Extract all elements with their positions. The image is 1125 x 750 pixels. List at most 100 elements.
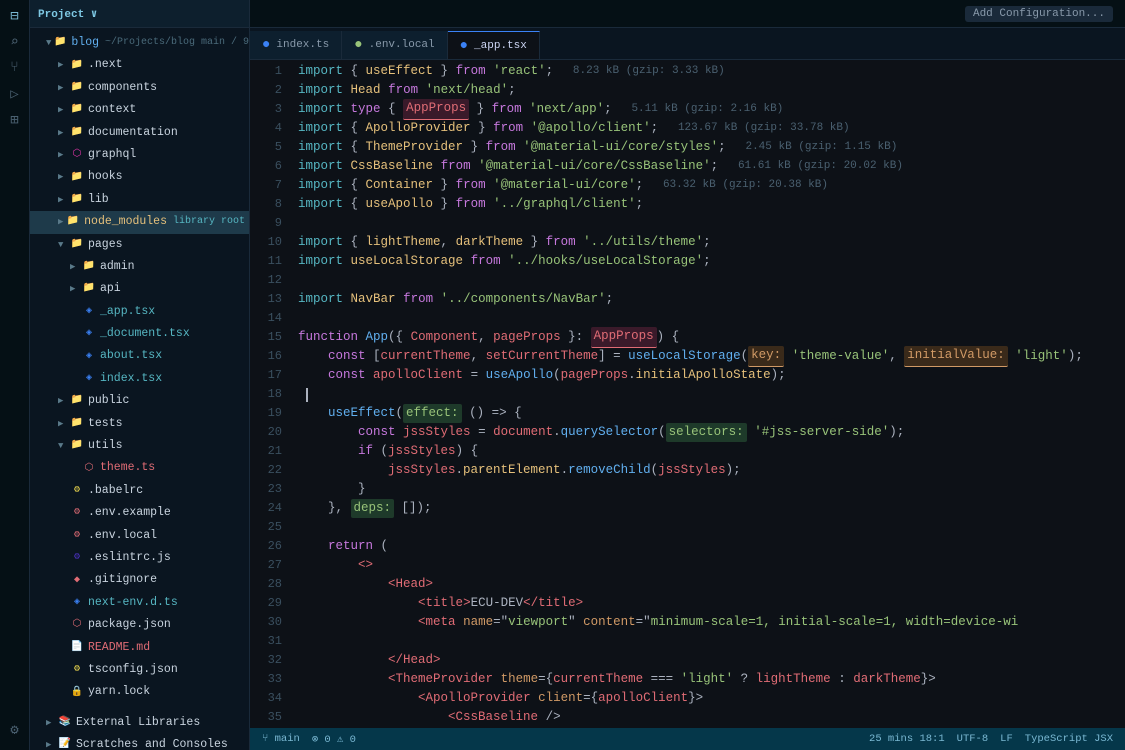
line-num-7: 7 xyxy=(250,176,282,195)
folder-node-modules[interactable]: ▶ 📁 node_modules library root xyxy=(30,211,249,233)
folder-public[interactable]: ▶ 📁 public xyxy=(30,390,249,412)
code-content[interactable]: import { useEffect } from 'react'; 8.23 … xyxy=(290,60,1125,728)
file-app-tsx[interactable]: ▶ ◈ _app.tsx xyxy=(30,301,249,323)
position-status: 25 mins 18:1 xyxy=(869,733,945,745)
folder-graphql[interactable]: ▶ ⬡ graphql xyxy=(30,144,249,166)
file-env-example-icon: ⚙ xyxy=(70,506,84,520)
code-line-13: import NavBar from '../components/NavBar… xyxy=(298,290,1125,309)
folder-blog[interactable]: ▼ 📁 blog ~/Projects/blog main / 9△ xyxy=(30,32,249,54)
chevron-right-icon: ▶ xyxy=(70,282,80,296)
file-tree-container[interactable]: ▼ 📁 blog ~/Projects/blog main / 9△ ▶ 📁 .… xyxy=(30,28,249,750)
folder-context[interactable]: ▶ 📁 context xyxy=(30,99,249,121)
line-num-10: 10 xyxy=(250,233,282,252)
tab-env-local[interactable]: ● .env.local xyxy=(342,31,447,59)
folder-api[interactable]: ▶ 📁 api xyxy=(30,278,249,300)
folder-components[interactable]: ▶ 📁 components xyxy=(30,77,249,99)
code-line-15: function App({ Component, pageProps }: A… xyxy=(298,328,1125,347)
folder-documentation[interactable]: ▶ 📁 documentation xyxy=(30,122,249,144)
line-num-28: 28 xyxy=(250,575,282,594)
tab-index-ts[interactable]: ● index.ts xyxy=(250,31,342,59)
file-document-tsx[interactable]: ▶ ◈ _document.tsx xyxy=(30,323,249,345)
extensions-icon[interactable]: ⊞ xyxy=(3,108,27,132)
folder-utils-icon: 📁 xyxy=(70,439,84,453)
chevron-right-icon: ▶ xyxy=(58,58,68,72)
folder-hooks[interactable]: ▶ 📁 hooks xyxy=(30,166,249,188)
file-gitignore-icon: ◆ xyxy=(70,574,84,588)
code-line-1: import { useEffect } from 'react'; 8.23 … xyxy=(298,62,1125,81)
folder-pages[interactable]: ▼ 📁 pages xyxy=(30,234,249,256)
folder-components-icon: 📁 xyxy=(70,81,84,95)
branch-info: ~/Projects/blog main / 9△ xyxy=(105,35,249,51)
error-count: ⊗ 0 ⚠ 0 xyxy=(312,733,356,746)
tab-app-tsx[interactable]: ● _app.tsx xyxy=(448,31,540,59)
code-line-4: import { ApolloProvider } from '@apollo/… xyxy=(298,119,1125,138)
file-readme[interactable]: ▶ 📄 README.md xyxy=(30,637,249,659)
settings-icon[interactable]: ⚙ xyxy=(3,718,27,742)
folder-graphql-icon: ⬡ xyxy=(70,148,84,162)
folder-api-label: api xyxy=(100,280,121,298)
file-index-tsx[interactable]: ▶ ◈ index.tsx xyxy=(30,368,249,390)
code-line-33: <ThemeProvider theme={currentTheme === '… xyxy=(298,670,1125,689)
language-status: TypeScript JSX xyxy=(1025,733,1113,745)
file-gitignore[interactable]: ▶ ◆ .gitignore xyxy=(30,569,249,591)
code-line-6: import CssBaseline from '@material-ui/co… xyxy=(298,157,1125,176)
line-num-22: 22 xyxy=(250,461,282,480)
chevron-right-icon: ▶ xyxy=(58,126,68,140)
file-yarn-lock[interactable]: ▶ 🔒 yarn.lock xyxy=(30,681,249,703)
file-next-env[interactable]: ▶ ◈ next-env.d.ts xyxy=(30,592,249,614)
file-index-tsx-icon: ◈ xyxy=(82,372,96,386)
folder-lib[interactable]: ▶ 📁 lib xyxy=(30,189,249,211)
file-package-json-label: package.json xyxy=(88,616,171,634)
folder-public-icon: 📁 xyxy=(70,394,84,408)
folder-admin[interactable]: ▶ 📁 admin xyxy=(30,256,249,278)
folder-tests[interactable]: ▶ 📁 tests xyxy=(30,413,249,435)
chevron-right-icon: ▶ xyxy=(58,148,68,162)
line-num-27: 27 xyxy=(250,556,282,575)
debug-icon[interactable]: ▷ xyxy=(3,82,27,106)
chevron-right-icon: ▶ xyxy=(58,81,68,95)
code-line-27: <> xyxy=(298,556,1125,575)
code-line-8: import { useApollo } from '../graphql/cl… xyxy=(298,195,1125,214)
file-env-example[interactable]: ▶ ⚙ .env.example xyxy=(30,502,249,524)
file-app-tsx-label: _app.tsx xyxy=(100,303,155,321)
line-num-25: 25 xyxy=(250,518,282,537)
file-about-tsx[interactable]: ▶ ◈ about.tsx xyxy=(30,345,249,367)
folder-scratches[interactable]: ▶ 📝 Scratches and Consoles xyxy=(30,734,249,750)
folder-graphql-label: graphql xyxy=(88,146,136,164)
file-babelrc[interactable]: ▶ ⚙ .babelrc xyxy=(30,480,249,502)
file-tsconfig[interactable]: ▶ ⚙ tsconfig.json xyxy=(30,659,249,681)
explorer-icon[interactable]: ⊟ xyxy=(3,4,27,28)
folder-node-modules-label: node_modules xyxy=(84,213,167,231)
add-configuration-button[interactable]: Add Configuration... xyxy=(965,6,1113,22)
folder-tests-icon: 📁 xyxy=(70,417,84,431)
code-line-26: return ( xyxy=(298,537,1125,556)
line-numbers: 1 2 3 4 5 6 7 8 9 10 11 12 13 14 15 16 1 xyxy=(250,60,290,728)
file-theme-ts[interactable]: ▶ ⬡ theme.ts xyxy=(30,457,249,479)
file-package-json[interactable]: ▶ ⬡ package.json xyxy=(30,614,249,636)
file-document-tsx-label: _document.tsx xyxy=(100,325,190,343)
folder-next[interactable]: ▶ 📁 .next xyxy=(30,54,249,76)
chevron-right-icon: ▶ xyxy=(58,215,64,229)
ide-window: ⊟ ⌕ ⑂ ▷ ⊞ ⚙ Project ∨ ▼ 📁 blog ~/Project… xyxy=(0,0,1125,750)
code-editor[interactable]: 1 2 3 4 5 6 7 8 9 10 11 12 13 14 15 16 1 xyxy=(250,60,1125,728)
file-eslintrc[interactable]: ▶ ⚙ .eslintrc.js xyxy=(30,547,249,569)
line-num-26: 26 xyxy=(250,537,282,556)
line-num-4: 4 xyxy=(250,119,282,138)
folder-external-libs[interactable]: ▶ 📚 External Libraries xyxy=(30,712,249,734)
folder-admin-label: admin xyxy=(100,258,135,276)
line-num-16: 16 xyxy=(250,347,282,366)
file-gitignore-label: .gitignore xyxy=(88,571,157,589)
chevron-down-icon: ▼ xyxy=(58,238,68,252)
folder-utils[interactable]: ▼ 📁 utils xyxy=(30,435,249,457)
code-line-25 xyxy=(298,518,1125,537)
file-package-json-icon: ⬡ xyxy=(70,618,84,632)
git-icon[interactable]: ⑂ xyxy=(3,56,27,80)
chevron-right-icon: ▶ xyxy=(58,193,68,207)
file-theme-ts-label: theme.ts xyxy=(100,459,155,477)
code-line-7: import { Container } from '@material-ui/… xyxy=(298,176,1125,195)
code-line-23: } xyxy=(298,480,1125,499)
file-tsconfig-label: tsconfig.json xyxy=(88,661,178,679)
file-document-tsx-icon: ◈ xyxy=(82,327,96,341)
file-env-local[interactable]: ▶ ⚙ .env.local xyxy=(30,525,249,547)
search-icon[interactable]: ⌕ xyxy=(3,30,27,54)
